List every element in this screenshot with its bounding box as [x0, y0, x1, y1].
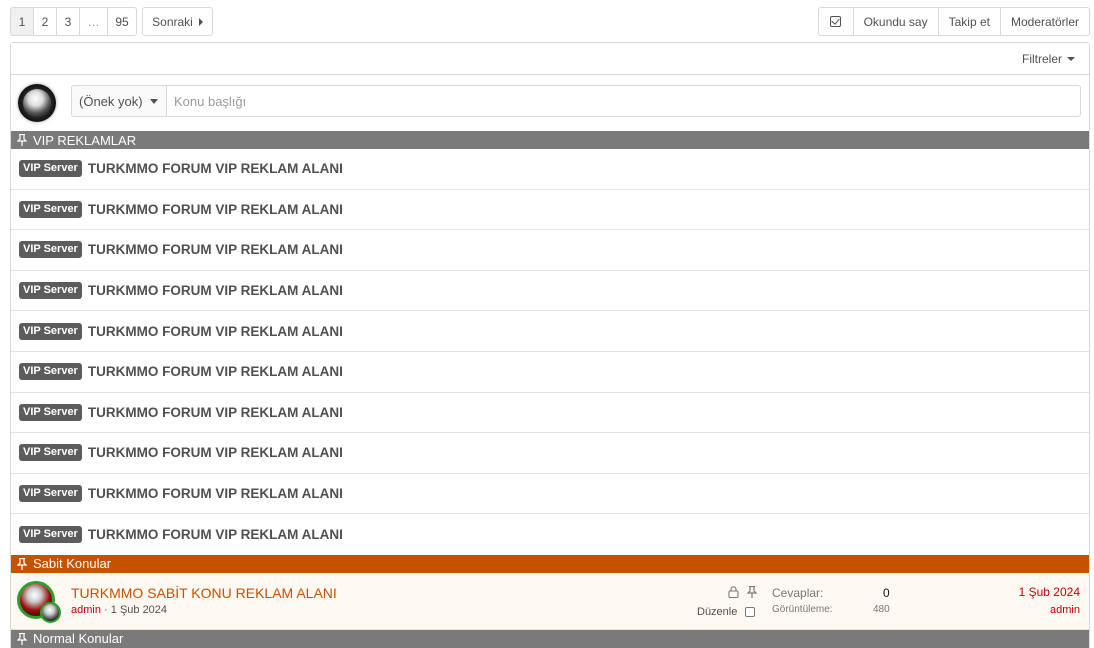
- prefix-badge[interactable]: VIP Server: [19, 160, 82, 178]
- list-item[interactable]: VIP Server TURKMMO FORUM VIP REKLAM ALAN…: [11, 514, 1089, 555]
- prefix-select-value: (Önek yok): [79, 93, 143, 109]
- thread-title-input[interactable]: [166, 85, 1081, 117]
- caret-right-icon: [198, 17, 203, 26]
- follow-button[interactable]: Takip et: [937, 7, 1001, 36]
- views-label: Görüntüleme:: [772, 603, 833, 615]
- thread-title-link[interactable]: TURKMMO FORUM VIP REKLAM ALANI: [88, 527, 343, 542]
- page-95-button[interactable]: 95: [107, 7, 137, 36]
- caret-down-icon: [149, 98, 158, 104]
- prefix-badge[interactable]: VIP Server: [19, 403, 82, 421]
- quick-thread-row: (Önek yok): [11, 75, 1089, 131]
- prefix-badge[interactable]: VIP Server: [19, 485, 82, 503]
- pin-icon: [17, 557, 27, 570]
- prefix-badge[interactable]: VIP Server: [19, 282, 82, 300]
- select-thread-checkbox[interactable]: [745, 606, 755, 617]
- thread-title-link[interactable]: TURKMMO FORUM VIP REKLAM ALANI: [88, 364, 343, 379]
- checkbox-icon: [830, 16, 842, 27]
- filters-dropdown[interactable]: Filtreler: [1022, 52, 1075, 66]
- avatar-image: [23, 89, 51, 117]
- filters-label: Filtreler: [1021, 52, 1062, 66]
- pin-icon: [17, 134, 27, 146]
- list-item[interactable]: VIP Server TURKMMO FORUM VIP REKLAM ALAN…: [11, 392, 1089, 434]
- section-title: Normal Konular: [33, 631, 124, 647]
- page-ellipsis-button[interactable]: …: [79, 7, 108, 36]
- select-threads-button[interactable]: [817, 7, 854, 36]
- last-poster-avatar[interactable]: [40, 601, 61, 623]
- next-page-button[interactable]: Sonraki: [142, 7, 213, 36]
- list-item[interactable]: VIP Server TURKMMO FORUM VIP REKLAM ALAN…: [11, 230, 1089, 271]
- pagination: 1 2 3 … 95 Sonraki: [10, 7, 213, 36]
- thread-date[interactable]: 1 Şub 2024: [111, 604, 167, 616]
- prefix-badge[interactable]: VIP Server: [19, 526, 82, 544]
- prefix-badge[interactable]: VIP Server: [19, 363, 82, 381]
- thread-meta: admin · 1 Şub 2024: [71, 604, 167, 616]
- views-count: 480: [873, 603, 890, 615]
- moderators-button[interactable]: Moderatörler: [999, 7, 1090, 36]
- author-link[interactable]: admin: [71, 604, 101, 616]
- list-item[interactable]: VIP Server TURKMMO FORUM VIP REKLAM ALAN…: [11, 433, 1089, 474]
- prefix-badge[interactable]: VIP Server: [19, 444, 82, 462]
- thread-title-link[interactable]: TURKMMO FORUM VIP REKLAM ALANI: [88, 486, 343, 501]
- lock-icon: [728, 586, 739, 601]
- meta-separator: ·: [104, 603, 108, 616]
- list-item[interactable]: VIP Server TURKMMO FORUM VIP REKLAM ALAN…: [11, 149, 1089, 190]
- thread-title-link[interactable]: TURKMMO FORUM VIP REKLAM ALANI: [88, 161, 343, 176]
- top-toolbar: 1 2 3 … 95 Sonraki Okundu say Takip et M…: [10, 7, 1090, 36]
- thread-title-link[interactable]: TURKMMO FORUM VIP REKLAM ALANI: [88, 324, 343, 339]
- thread-title-link[interactable]: TURKMMO FORUM VIP REKLAM ALANI: [88, 242, 343, 257]
- edit-link[interactable]: Düzenle: [697, 606, 737, 618]
- list-item[interactable]: VIP Server TURKMMO FORUM VIP REKLAM ALAN…: [11, 189, 1089, 231]
- vip-thread-list: VIP Server TURKMMO FORUM VIP REKLAM ALAN…: [11, 149, 1089, 555]
- prefix-select[interactable]: (Önek yok): [71, 85, 167, 117]
- section-header-normal: Normal Konular: [11, 629, 1089, 648]
- thread-title-link[interactable]: TURKMMO FORUM VIP REKLAM ALANI: [88, 405, 343, 420]
- prefix-badge[interactable]: VIP Server: [19, 322, 82, 340]
- prefix-badge[interactable]: VIP Server: [19, 241, 82, 259]
- page-3-button[interactable]: 3: [56, 7, 80, 36]
- thread-title-link[interactable]: TURKMMO FORUM VIP REKLAM ALANI: [88, 445, 343, 460]
- avatar[interactable]: [18, 84, 56, 122]
- mark-read-button[interactable]: Okundu say: [852, 7, 939, 36]
- thread-title-link[interactable]: TURKMMO FORUM VIP REKLAM ALANI: [88, 283, 343, 298]
- list-item[interactable]: VIP Server TURKMMO FORUM VIP REKLAM ALAN…: [11, 473, 1089, 515]
- section-title: Sabit Konular: [33, 556, 112, 572]
- forum-actions: Okundu say Takip et Moderatörler: [817, 7, 1090, 36]
- replies-count: 0: [883, 585, 890, 600]
- next-page-label: Sonraki: [152, 14, 193, 29]
- sticky-thread-row[interactable]: TURKMMO SABİT KONU REKLAM ALANI admin · …: [11, 572, 1089, 630]
- list-item[interactable]: VIP Server TURKMMO FORUM VIP REKLAM ALAN…: [11, 351, 1089, 393]
- page-1-button[interactable]: 1: [10, 7, 34, 36]
- last-post-user[interactable]: admin: [1050, 604, 1080, 616]
- last-post-date[interactable]: 1 Şub 2024: [1019, 585, 1080, 599]
- prefix-badge[interactable]: VIP Server: [19, 200, 82, 218]
- section-title: VIP REKLAMLAR: [33, 132, 137, 148]
- thread-title-link[interactable]: TURKMMO FORUM VIP REKLAM ALANI: [88, 202, 343, 217]
- page-2-button[interactable]: 2: [33, 7, 57, 36]
- pin-icon: [17, 632, 27, 645]
- thread-list: Filtreler (Önek yok) VIP REKLAMLAR VIP S…: [10, 42, 1090, 648]
- section-header-sticky: Sabit Konular: [11, 554, 1089, 573]
- pin-icon: [746, 585, 758, 601]
- replies-label: Cevaplar:: [772, 585, 824, 600]
- caret-down-icon: [1067, 57, 1075, 61]
- list-item[interactable]: VIP Server TURKMMO FORUM VIP REKLAM ALAN…: [11, 270, 1089, 312]
- section-header-vip: VIP REKLAMLAR: [11, 131, 1089, 149]
- list-item[interactable]: VIP Server TURKMMO FORUM VIP REKLAM ALAN…: [11, 311, 1089, 352]
- filter-bar: Filtreler: [11, 43, 1089, 75]
- thread-title-link[interactable]: TURKMMO SABİT KONU REKLAM ALANI: [71, 585, 337, 601]
